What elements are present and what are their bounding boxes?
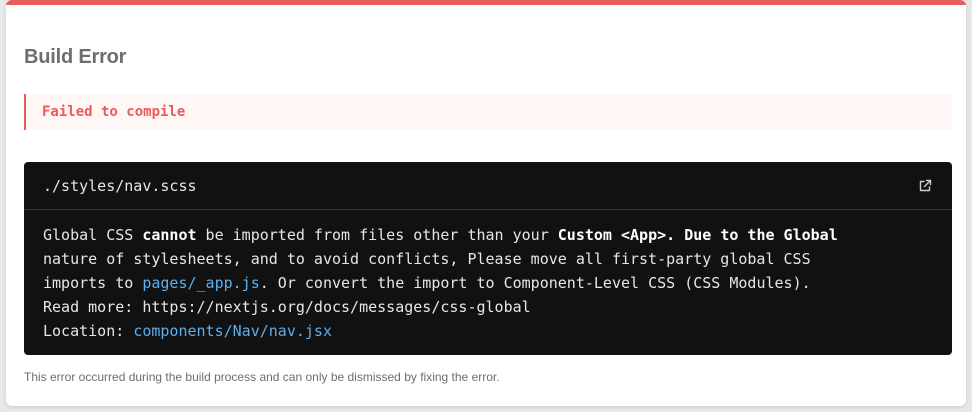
code-frame-header: ./styles/nav.scss: [24, 162, 952, 210]
file-path: ./styles/nav.scss: [43, 177, 197, 195]
location-label: Location:: [43, 322, 134, 340]
dialog-title: Build Error: [24, 46, 127, 68]
footer-note: This error occurred during the build pro…: [24, 370, 500, 384]
msg-text: be imported from files other than your: [196, 226, 558, 244]
external-link-icon[interactable]: [918, 179, 932, 193]
msg-emphasis: Custom <App>: [557, 226, 667, 244]
code-frame: ./styles/nav.scss Global CSS cannot be i…: [24, 162, 952, 355]
location-link[interactable]: components/Nav/nav.jsx: [133, 322, 332, 340]
msg-text: . Due to the Global: [666, 226, 838, 244]
error-banner-text: Failed to compile: [42, 104, 186, 120]
msg-text: nature of stylesheets, and to avoid conf…: [43, 250, 811, 268]
build-error-dialog: Build Error Failed to compile ./styles/n…: [6, 0, 966, 406]
error-accent-bar: [6, 0, 966, 5]
msg-text: . Or convert the import to Component-Lev…: [259, 274, 811, 292]
error-message: Global CSS cannot be imported from files…: [43, 223, 933, 343]
msg-text: imports to: [43, 274, 143, 292]
msg-text: Global CSS: [43, 226, 143, 244]
msg-emphasis: cannot: [142, 226, 197, 244]
read-more-text: Read more: https://nextjs.org/docs/messa…: [43, 298, 531, 316]
error-banner: Failed to compile: [24, 94, 952, 130]
app-file-link[interactable]: pages/_app.js: [142, 274, 259, 292]
